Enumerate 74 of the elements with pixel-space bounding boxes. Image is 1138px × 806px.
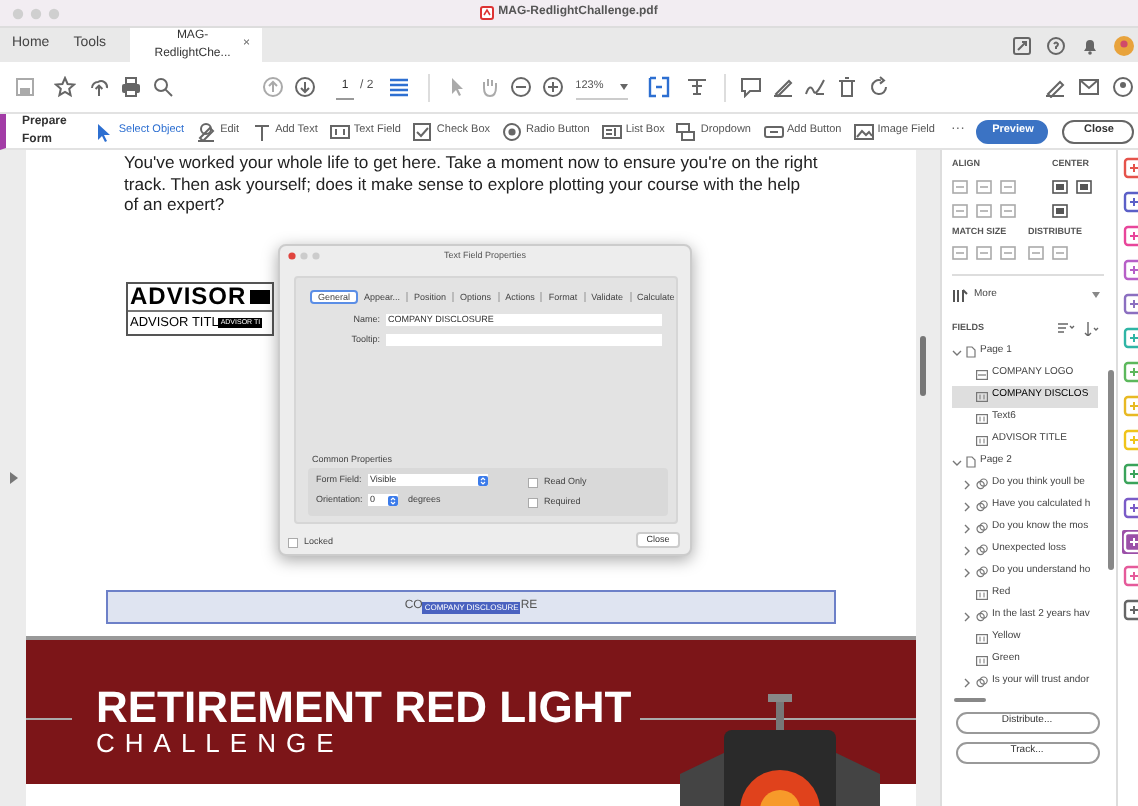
checkbox-icon: [412, 121, 433, 141]
chevron-icon[interactable]: [952, 347, 962, 357]
chevron-icon[interactable]: [962, 501, 972, 511]
pdf-icon: [480, 6, 495, 20]
image-field-icon: [976, 369, 988, 379]
help-icon[interactable]: [1046, 35, 1066, 55]
paragraph-line: of an expert?: [124, 194, 227, 215]
scrollbar-thumb[interactable]: [1108, 370, 1114, 570]
checkbox[interactable]: [288, 537, 298, 548]
chevron-icon[interactable]: [962, 479, 972, 489]
comment-icon[interactable]: [739, 76, 762, 98]
chevron-icon[interactable]: [962, 611, 972, 621]
radio-icon: [502, 121, 523, 141]
hand-icon[interactable]: [477, 76, 500, 98]
chevron-icon[interactable]: [962, 677, 972, 687]
group-icon: [976, 610, 988, 622]
pen-icon[interactable]: [771, 76, 794, 98]
text-field-icon: [976, 589, 988, 599]
fit-page-icon[interactable]: [647, 76, 670, 98]
button-icon: [763, 121, 783, 141]
text-field-icon: [976, 633, 988, 643]
previous-page-icon[interactable]: [262, 76, 284, 98]
zoom-in-icon[interactable]: [541, 76, 564, 98]
pointer-icon: [94, 121, 115, 141]
edit-icon: [196, 121, 217, 141]
sign-icon[interactable]: [803, 76, 826, 98]
list-icon: [601, 121, 622, 141]
field-order-icon[interactable]: [1082, 321, 1100, 335]
sort-icon[interactable]: [1058, 322, 1076, 334]
image-icon: [853, 121, 874, 141]
avatar-icon[interactable]: [1114, 35, 1134, 55]
chevron-icon[interactable]: [962, 545, 972, 555]
delete-icon[interactable]: [835, 76, 858, 98]
page-icon: [966, 346, 976, 358]
page-layout-icon[interactable]: [387, 76, 410, 98]
banner-subtitle: CHALLENGE: [96, 730, 346, 758]
paragraph-line: You've worked your whole life to get here. Take a moment now to ensure you're on the right: [124, 152, 818, 173]
text-field-icon: [976, 435, 988, 445]
mail-icon[interactable]: [1078, 76, 1100, 98]
checkbox[interactable]: [528, 497, 538, 508]
share-icon[interactable]: [1012, 35, 1032, 55]
upload-icon[interactable]: [88, 76, 110, 98]
search-icon[interactable]: [152, 76, 174, 98]
scrollbar-thumb[interactable]: [920, 336, 926, 396]
print-icon[interactable]: [120, 76, 142, 98]
text-field-icon: [329, 121, 350, 141]
chevron-icon[interactable]: [962, 523, 972, 533]
user-icon[interactable]: [1112, 76, 1134, 98]
text-icon: [251, 121, 272, 141]
field-label-tag: [250, 290, 270, 304]
paragraph-line: track. Then ask yourself; does it make sense to explore plotting your course with the help: [124, 173, 803, 194]
fill-sign-icon[interactable]: [1044, 76, 1066, 98]
scrollbar-thumb[interactable]: [954, 697, 986, 701]
chevron-icon[interactable]: [962, 567, 972, 577]
page-icon: [966, 456, 976, 468]
chevron-icon[interactable]: [952, 457, 962, 467]
next-page-icon[interactable]: [294, 76, 316, 98]
text-field-icon: [976, 391, 988, 401]
rotate-icon[interactable]: [867, 76, 890, 98]
stamp-icon[interactable]: [685, 76, 708, 98]
advisor-name: ADVISOR: [130, 284, 247, 310]
tooltip-field[interactable]: [386, 334, 662, 347]
text-field-icon: [976, 413, 988, 423]
save-icon[interactable]: [14, 76, 36, 98]
expand-panel-icon[interactable]: [10, 472, 18, 484]
group-icon: [976, 676, 988, 688]
tools-icon: [952, 287, 968, 303]
dropdown-icon: [676, 121, 697, 141]
checkbox[interactable]: [528, 477, 538, 488]
banner-title: RETIREMENT RED LIGHT: [96, 686, 632, 730]
bell-icon[interactable]: [1080, 35, 1100, 55]
zoom-out-icon[interactable]: [509, 76, 532, 98]
star-icon[interactable]: [54, 76, 76, 98]
text-field-icon: [976, 655, 988, 665]
